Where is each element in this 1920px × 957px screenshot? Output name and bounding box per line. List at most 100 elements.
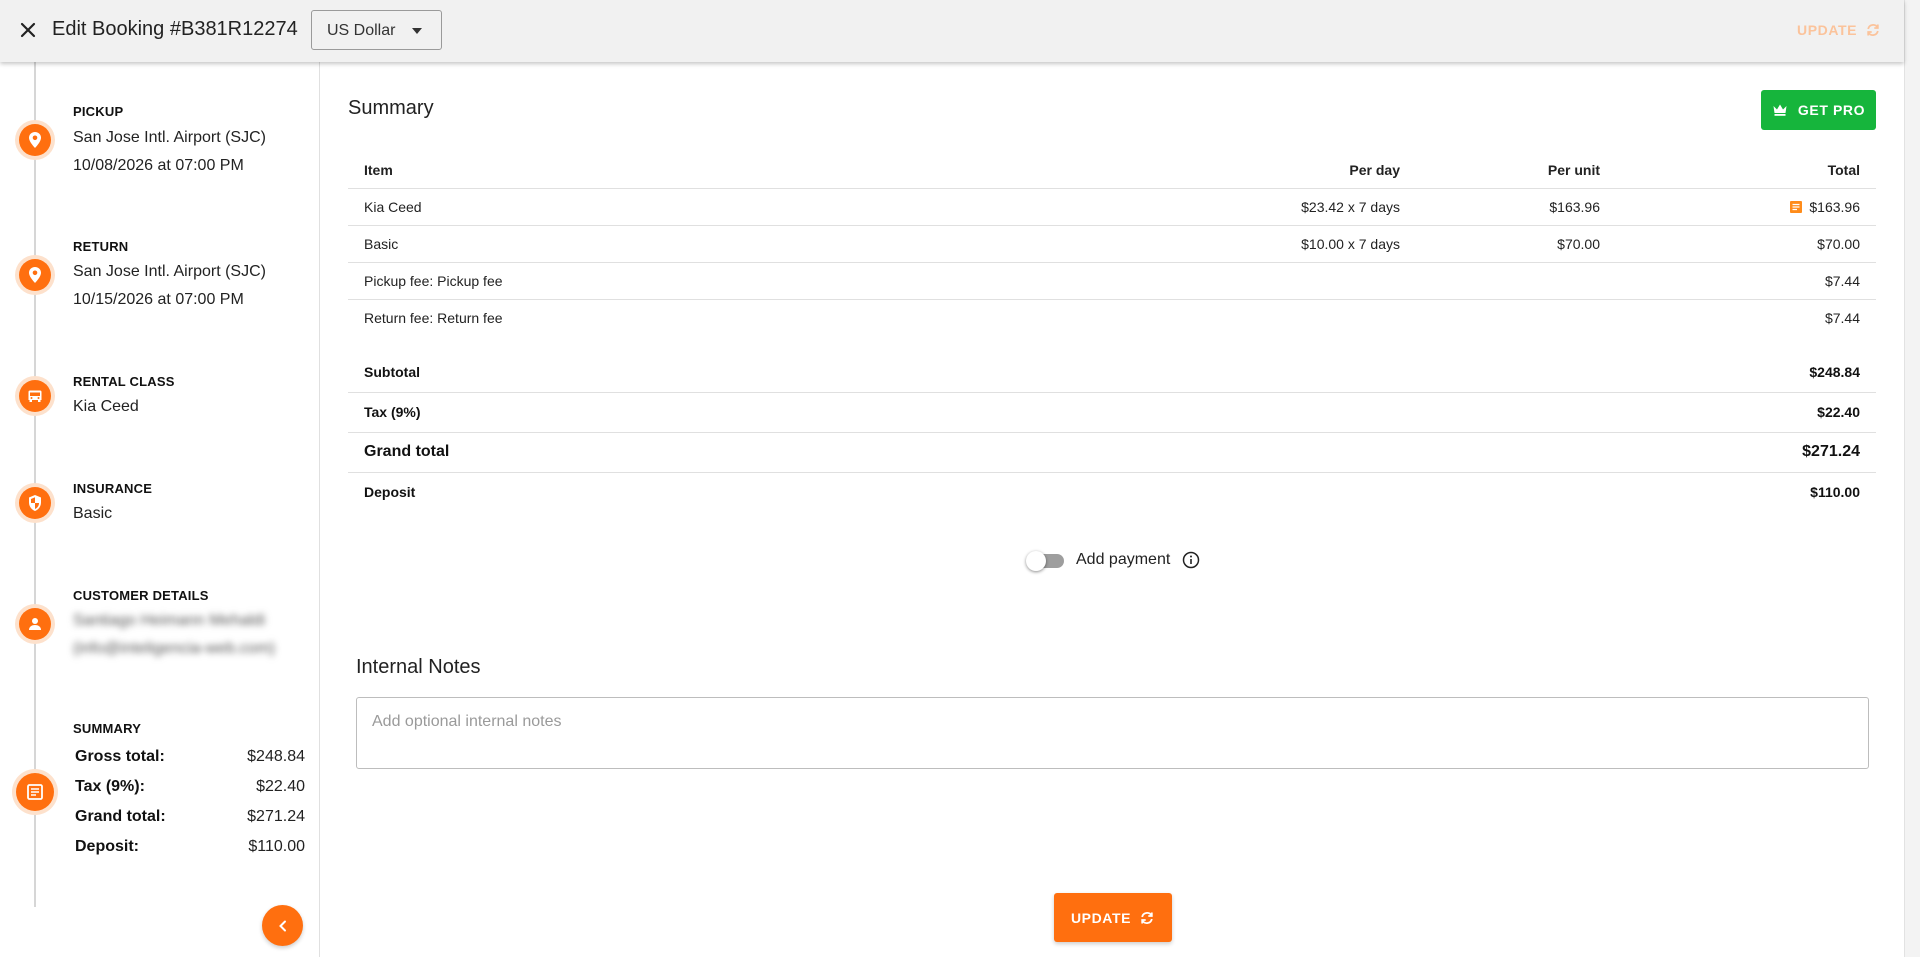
cell-per-day: $23.42 x 7 days xyxy=(1176,188,1416,226)
cell-per-day xyxy=(1176,262,1416,300)
person-icon xyxy=(19,608,51,640)
totals-row-grand: Grand total $271.24 xyxy=(348,432,1876,473)
pickup-location: San Jose Intl. Airport (SJC) xyxy=(73,129,266,146)
customer-email: (info@inteligencia-web.com) xyxy=(73,640,276,657)
cell-per-unit xyxy=(1416,262,1616,300)
totals-label: Deposit xyxy=(364,484,416,501)
chevron-down-icon xyxy=(412,28,422,34)
internal-notes-input[interactable] xyxy=(356,697,1869,769)
summary-value: $22.40 xyxy=(256,778,305,795)
summary-row-tax: Tax (9%): $22.40 xyxy=(75,778,305,796)
page-title: Edit Booking #B381R12274 xyxy=(52,18,298,40)
get-pro-button[interactable]: GET PRO xyxy=(1761,90,1876,130)
shield-icon xyxy=(19,487,51,519)
totals-value: $248.84 xyxy=(1213,352,1876,393)
table-row: Basic $10.00 x 7 days $70.00 $70.00 xyxy=(348,225,1876,263)
summary-value: $271.24 xyxy=(247,808,305,825)
update-button[interactable]: UPDATE xyxy=(1054,893,1172,942)
scrollbar[interactable] xyxy=(1904,0,1920,957)
pickup-datetime: 10/08/2026 at 07:00 PM xyxy=(73,157,244,174)
currency-value: US Dollar xyxy=(327,22,396,39)
car-icon xyxy=(19,380,51,412)
totals-value: $110.00 xyxy=(1810,484,1860,501)
cell-per-day xyxy=(1176,299,1416,336)
info-icon[interactable] xyxy=(1182,551,1200,569)
add-payment-row: Add payment xyxy=(1026,550,1200,571)
cell-total-wrap: $163.96 xyxy=(1616,188,1876,226)
cell-total: $7.44 xyxy=(1616,262,1876,300)
column-header: Per unit xyxy=(1416,152,1616,189)
summary-label: SUMMARY xyxy=(73,721,142,736)
summary-row-gross: Gross total: $248.84 xyxy=(75,748,305,766)
summary-key: Gross total: xyxy=(75,748,165,765)
column-header: Item xyxy=(348,152,1176,189)
cell-item: Return fee: Return fee xyxy=(364,309,503,326)
add-payment-label: Add payment xyxy=(1076,551,1171,568)
totals-row-subtotal: Subtotal $248.84 xyxy=(348,352,1876,393)
rental-class-label: RENTAL CLASS xyxy=(73,374,175,389)
cell-item: Basic xyxy=(348,225,1176,263)
document-icon xyxy=(16,773,54,811)
rental-class-value: Kia Ceed xyxy=(73,398,139,415)
pricing-table: Item Per day Per unit Total Kia Ceed $23… xyxy=(348,152,1876,336)
crown-icon xyxy=(1773,104,1787,116)
chevron-left-icon xyxy=(278,920,286,931)
collapse-sidebar-button[interactable] xyxy=(262,905,303,946)
map-pin-icon xyxy=(19,124,51,156)
toggle-knob xyxy=(1026,551,1046,571)
cell-per-unit xyxy=(1416,299,1616,336)
totals-label: Subtotal xyxy=(348,352,1214,393)
totals-row-tax: Tax (9%) $22.40 xyxy=(348,392,1876,433)
map-pin-icon xyxy=(19,259,51,291)
cell-item: Pickup fee: Pickup fee xyxy=(348,262,1176,300)
totals-label: Tax (9%) xyxy=(348,392,1214,433)
totals-row-deposit: Deposit $110.00 xyxy=(348,472,1876,512)
main-content: Summary GET PRO Item Per day Per unit To… xyxy=(320,62,1904,957)
refresh-icon xyxy=(1141,911,1153,924)
totals-table: Subtotal $248.84 Tax (9%) $22.40 Grand t… xyxy=(348,352,1876,512)
cell-total: $70.00 xyxy=(1616,225,1876,263)
cell-per-unit: $70.00 xyxy=(1416,225,1616,263)
summary-key: Tax (9%): xyxy=(75,778,145,795)
insurance-value: Basic xyxy=(73,505,113,522)
summary-value: $248.84 xyxy=(247,748,305,765)
column-header: Per day xyxy=(1176,152,1416,189)
cell-per-unit: $163.96 xyxy=(1416,188,1616,226)
summary-key: Deposit: xyxy=(75,838,139,855)
return-label: RETURN xyxy=(73,239,129,254)
summary-row-deposit: Deposit: $110.00 xyxy=(75,838,305,856)
cell-per-day: $10.00 x 7 days xyxy=(1176,225,1416,263)
totals-value: $22.40 xyxy=(1213,392,1876,433)
cell-item: Kia Ceed xyxy=(348,188,1176,226)
return-location: San Jose Intl. Airport (SJC) xyxy=(73,263,266,280)
table-row: Kia Ceed $23.42 x 7 days $163.96 $163.96 xyxy=(348,188,1876,226)
currency-select[interactable]: US Dollar xyxy=(311,10,442,50)
booking-sidebar: PICKUP San Jose Intl. Airport (SJC) 10/0… xyxy=(0,62,320,957)
table-row: Return fee: Return fee $7.44 xyxy=(348,299,1876,336)
pickup-label: PICKUP xyxy=(73,104,124,119)
insurance-label: INSURANCE xyxy=(73,481,153,496)
totals-value: $271.24 xyxy=(1213,432,1876,473)
top-bar: Edit Booking #B381R12274 US Dollar UPDAT… xyxy=(0,0,1904,62)
customer-name: Santiago Heimann Mehaldi xyxy=(73,612,266,629)
update-label: UPDATE xyxy=(1070,909,1132,926)
table-header-row: Item Per day Per unit Total xyxy=(348,152,1876,189)
summary-row-grand: Grand total: $271.24 xyxy=(75,808,305,826)
header-update-label: UPDATE xyxy=(1797,22,1858,38)
document-icon[interactable] xyxy=(1789,200,1803,214)
return-datetime: 10/15/2026 at 07:00 PM xyxy=(73,291,244,308)
cell-total: $7.44 xyxy=(1824,309,1860,326)
get-pro-label: GET PRO xyxy=(1797,102,1866,118)
cell-total: $163.96 xyxy=(1809,198,1860,215)
summary-value: $110.00 xyxy=(248,838,305,855)
header-update-button[interactable]: UPDATE xyxy=(1797,22,1881,38)
internal-notes-title: Internal Notes xyxy=(356,656,481,678)
close-icon[interactable] xyxy=(17,19,39,41)
totals-label: Grand total xyxy=(348,432,1214,473)
table-row: Pickup fee: Pickup fee $7.44 xyxy=(348,262,1876,300)
add-payment-toggle[interactable] xyxy=(1026,550,1064,571)
customer-details-label: CUSTOMER DETAILS xyxy=(73,588,209,603)
refresh-icon xyxy=(1867,24,1879,36)
column-header: Total xyxy=(1616,152,1876,189)
summary-title: Summary xyxy=(348,97,434,119)
